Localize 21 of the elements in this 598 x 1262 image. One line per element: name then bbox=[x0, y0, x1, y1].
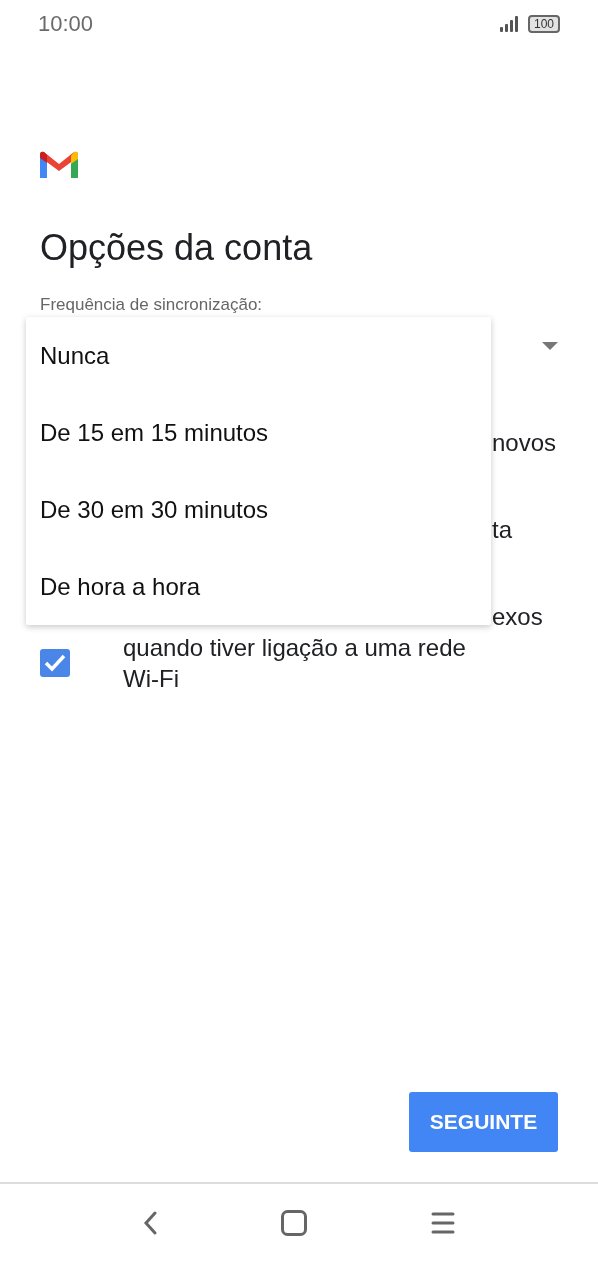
option-text: quando tiver ligação a uma rede bbox=[123, 633, 467, 663]
status-time: 10:00 bbox=[38, 11, 94, 37]
menu-item[interactable]: De hora a hora bbox=[26, 548, 491, 625]
menu-item[interactable]: De 15 em 15 minutos bbox=[26, 394, 491, 471]
checkbox[interactable] bbox=[40, 649, 70, 677]
option-text: ta bbox=[492, 515, 512, 545]
back-icon[interactable] bbox=[143, 1211, 157, 1235]
option-text: exos bbox=[492, 602, 543, 632]
field-label: Frequência de sincronização: bbox=[40, 295, 264, 315]
next-button[interactable]: SEGUINTE bbox=[409, 1092, 558, 1152]
menu-item[interactable]: De 30 em 30 minutos bbox=[26, 471, 491, 548]
menu-item[interactable]: Nunca bbox=[26, 317, 491, 394]
mail-logo bbox=[40, 151, 78, 179]
dropdown-caret-icon[interactable] bbox=[542, 342, 558, 350]
option-text: Wi-Fi bbox=[123, 664, 180, 694]
home-icon[interactable] bbox=[281, 1210, 307, 1236]
battery-level: 100 bbox=[527, 15, 560, 33]
page-title: Opções da conta bbox=[40, 227, 314, 269]
signal-icon bbox=[499, 16, 520, 32]
menu-icon[interactable] bbox=[431, 1211, 455, 1235]
option-text: novos bbox=[492, 428, 557, 458]
